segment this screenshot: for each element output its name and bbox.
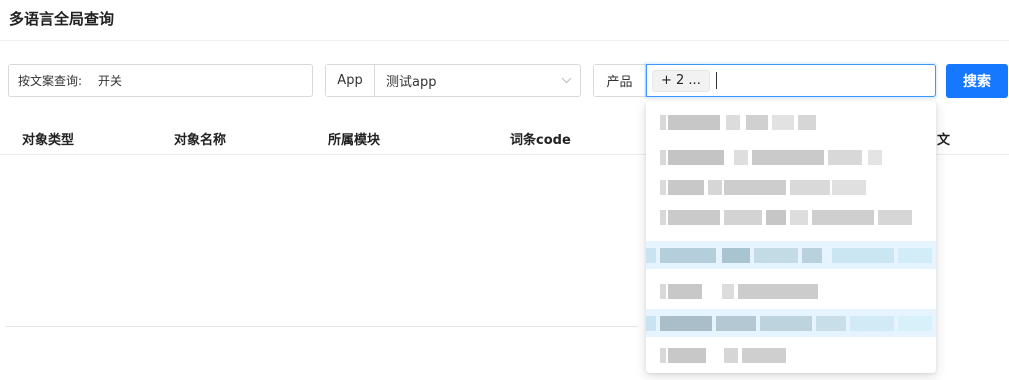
app-select[interactable]: App 测试app: [325, 64, 581, 97]
text-cursor: [715, 72, 717, 89]
title-divider: [0, 40, 1009, 41]
product-label: 产品: [594, 65, 646, 96]
app-select-value[interactable]: 测试app: [386, 71, 552, 90]
column-header-object-name: 对象名称: [174, 133, 227, 148]
search-button[interactable]: 搜索: [946, 64, 1008, 98]
keyword-search-field[interactable]: 按文案查询: 开关: [8, 64, 313, 97]
app-label: App: [326, 65, 375, 96]
dropdown-option[interactable]: [646, 108, 936, 136]
column-header-entry-code: 词条code: [510, 133, 571, 148]
dropdown-option-selected[interactable]: [646, 309, 936, 337]
dropdown-option[interactable]: [646, 173, 936, 201]
dropdown-option[interactable]: [646, 341, 936, 369]
keyword-input[interactable]: 开关: [98, 72, 122, 89]
dropdown-option[interactable]: [646, 143, 936, 171]
product-dropdown[interactable]: [646, 101, 936, 373]
keyword-label: 按文案查询:: [18, 74, 83, 88]
column-header-module: 所属模块: [328, 133, 381, 148]
dropdown-option[interactable]: [646, 277, 936, 305]
column-header-object-type: 对象类型: [22, 133, 75, 148]
product-overflow-tag: + 2 ...: [652, 69, 710, 92]
page-title: 多语言全局查询: [9, 10, 115, 28]
table-empty-divider: [6, 326, 638, 327]
dropdown-option-selected[interactable]: [646, 241, 936, 269]
product-select[interactable]: 产品 + 2 ...: [593, 64, 936, 97]
dropdown-option[interactable]: [646, 203, 936, 231]
chevron-down-icon[interactable]: [552, 65, 580, 96]
product-select-input[interactable]: + 2 ...: [646, 64, 936, 97]
